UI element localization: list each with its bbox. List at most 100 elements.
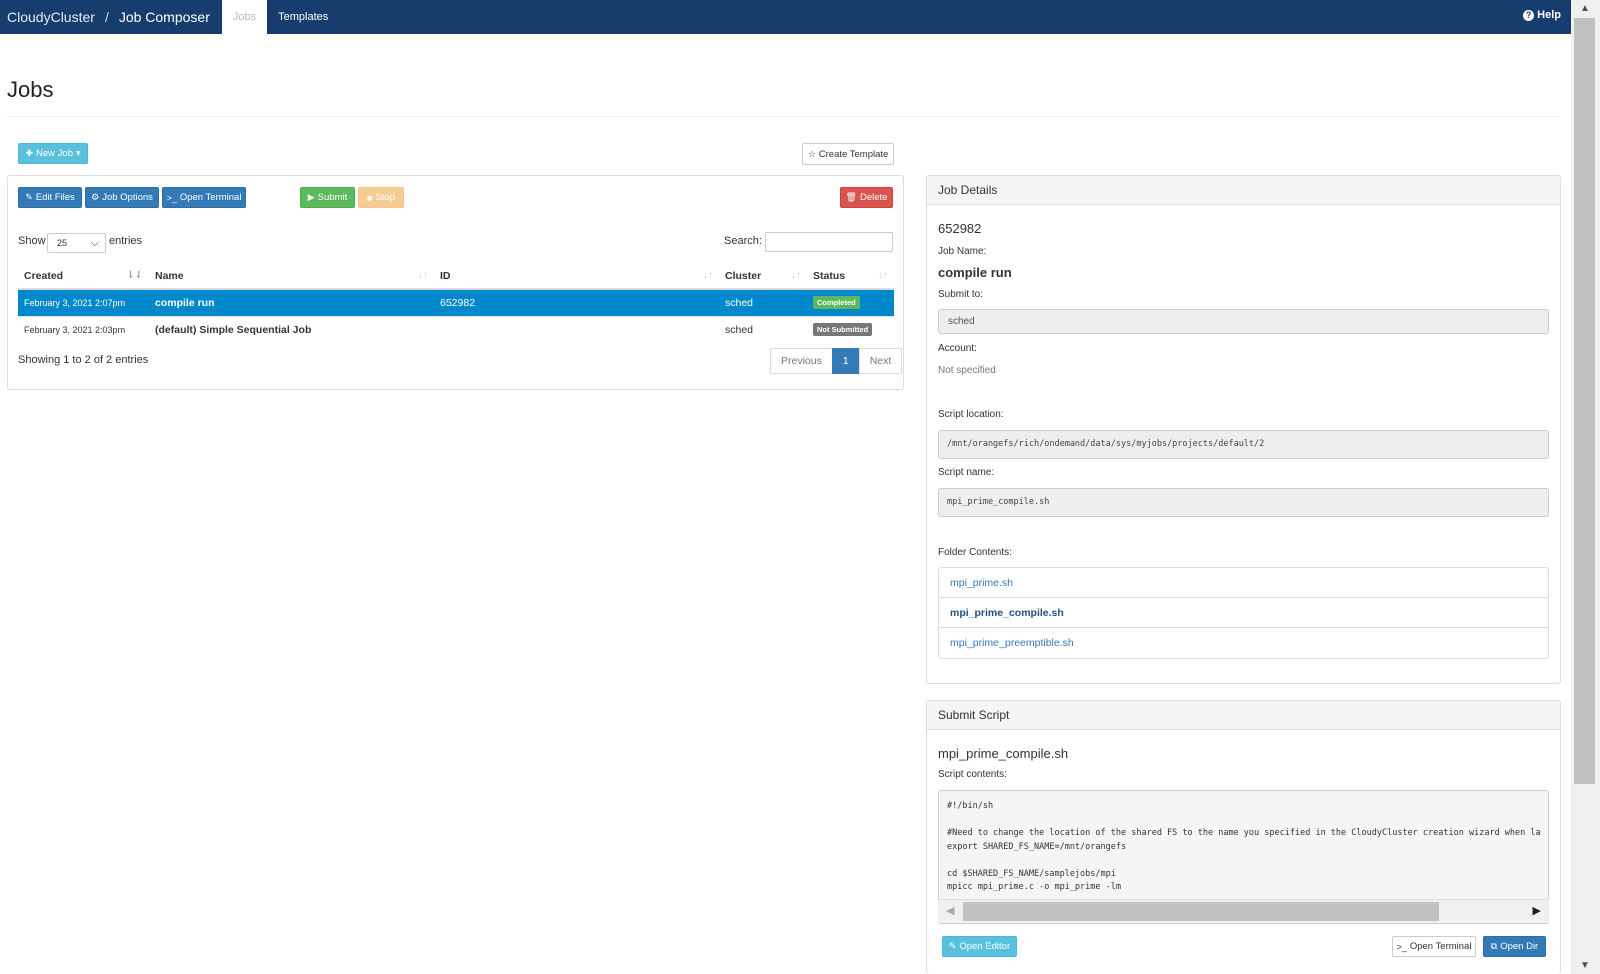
gear-icon: ⚙ xyxy=(91,192,100,202)
table-row[interactable]: February 3, 2021 2:07pm compile run 6529… xyxy=(18,289,894,316)
search-label: Search: xyxy=(724,235,762,247)
job-id: 652982 xyxy=(938,221,982,236)
script-contents-label: Script contents: xyxy=(938,769,1007,780)
jobs-table: Created ⇂⇃ Name ↓↑ ID ↓↑ Cluster ↓↑ Status ↓↑… xyxy=(18,263,894,343)
brand-link[interactable]: CloudyCluster xyxy=(7,9,95,25)
submit-button[interactable]: ▶ Submit xyxy=(300,187,355,208)
cell-status: Not Submitted xyxy=(807,315,894,343)
edit-files-label: Edit Files xyxy=(35,192,75,203)
job-options-label: Job Options xyxy=(102,192,153,203)
edit-icon: ✎ xyxy=(25,192,33,202)
account-label: Account: xyxy=(938,343,977,354)
stop-button[interactable]: ■ Stop xyxy=(358,187,404,208)
job-details-header: Job Details xyxy=(927,176,1560,205)
script-location-field: /mnt/orangefs/rich/ondemand/data/sys/myj… xyxy=(938,430,1549,459)
cell-cluster: sched xyxy=(719,289,807,316)
table-row[interactable]: February 3, 2021 2:03pm (default) Simple… xyxy=(18,315,894,343)
plus-icon: ✚ xyxy=(25,148,34,158)
pagination: Previous 1 Next xyxy=(770,348,903,374)
pagination-next[interactable]: Next xyxy=(858,348,903,374)
scroll-down-arrow-icon[interactable]: ▼ xyxy=(1580,960,1590,971)
status-badge: Completed xyxy=(813,296,860,310)
navbar: CloudyCluster / Job Composer Jobs Templa… xyxy=(0,0,1571,34)
column-header-created[interactable]: Created ⇂⇃ xyxy=(18,263,149,290)
delete-label: Delete xyxy=(859,192,888,203)
terminal-icon: >_ xyxy=(166,192,177,203)
column-header-name[interactable]: Name ↓↑ xyxy=(149,263,434,290)
cell-name: compile run xyxy=(149,289,434,316)
cell-created: February 3, 2021 2:03pm xyxy=(18,315,149,343)
trash-icon: 🗑 xyxy=(845,192,857,202)
script-filename: mpi_prime_compile.sh xyxy=(938,746,1069,761)
open-editor-label: Open Editor xyxy=(959,941,1011,952)
open-dir-button[interactable]: ⧉ Open Dir xyxy=(1483,936,1546,957)
script-contents: #!/bin/sh #Need to change the location o… xyxy=(947,801,1541,892)
page-scrollbar-thumb[interactable] xyxy=(1574,18,1595,784)
submit-script-header: Submit Script xyxy=(927,701,1560,730)
entries-select[interactable]: 25 ⌵ xyxy=(47,233,106,253)
star-icon: ☆ xyxy=(807,148,816,159)
tab-jobs[interactable]: Jobs xyxy=(221,0,268,34)
status-badge: Not Submitted xyxy=(813,323,873,337)
pencil-icon: ✎ xyxy=(948,941,957,951)
edit-files-button[interactable]: ✎ Edit Files xyxy=(18,187,82,208)
show-label: Show xyxy=(18,235,46,247)
cell-status: Completed xyxy=(807,289,894,316)
folder-file-link[interactable]: mpi_prime.sh xyxy=(939,568,1548,598)
caret-down-icon: ▾ xyxy=(75,148,81,158)
job-name-label: Job Name: xyxy=(938,246,987,257)
help-label: Help xyxy=(1537,9,1561,21)
entries-label: entries xyxy=(109,235,143,247)
brand: CloudyCluster / Job Composer xyxy=(0,0,210,34)
column-header-id[interactable]: ID ↓↑ xyxy=(434,263,719,290)
open-editor-button[interactable]: ✎ Open Editor xyxy=(942,936,1017,957)
scroll-right-arrow-icon[interactable]: ▶ xyxy=(1533,904,1541,917)
submit-to-label: Submit to: xyxy=(938,289,984,300)
create-template-button[interactable]: ☆ Create Template xyxy=(802,143,894,165)
script-name-label: Script name: xyxy=(938,467,995,478)
sort-icon: ↓↑ xyxy=(791,270,801,281)
cell-id: 652982 xyxy=(434,289,719,316)
sort-icon: ↓↑ xyxy=(418,270,428,281)
create-template-label: Create Template xyxy=(818,148,889,160)
column-header-cluster[interactable]: Cluster ↓↑ xyxy=(719,263,807,290)
page-title: Jobs xyxy=(7,77,54,102)
code-horizontal-scrollbar[interactable]: ◀ ▶ xyxy=(938,899,1549,922)
pagination-previous[interactable]: Previous xyxy=(770,348,833,374)
question-circle-icon: ? xyxy=(1523,9,1535,21)
job-name: compile run xyxy=(938,265,1012,280)
cell-id xyxy=(434,315,719,343)
open-terminal-button[interactable]: >_ Open Terminal xyxy=(162,187,246,208)
table-info: Showing 1 to 2 of 2 entries xyxy=(18,354,149,366)
entries-select-value: 25 xyxy=(57,238,68,248)
script-location-label: Script location: xyxy=(938,409,1004,420)
delete-button[interactable]: 🗑 Delete xyxy=(840,187,893,208)
folder-file-link[interactable]: mpi_prime_preemptible.sh xyxy=(939,628,1548,658)
search-input[interactable] xyxy=(765,232,893,252)
column-header-status[interactable]: Status ↓↑ xyxy=(807,263,894,290)
open-dir-label: Open Dir xyxy=(1500,941,1539,952)
chevron-down-icon: ⌵ xyxy=(90,237,99,249)
cell-name: (default) Simple Sequential Job xyxy=(149,315,434,343)
code-scrollbar-thumb[interactable] xyxy=(963,902,1439,921)
title-divider xyxy=(7,116,1560,117)
pagination-page[interactable]: 1 xyxy=(831,348,860,374)
tab-templates[interactable]: Templates xyxy=(267,0,339,34)
sort-icon: ↓↑ xyxy=(878,270,888,281)
page-scrollbar[interactable]: ▲ ▼ xyxy=(1571,0,1600,974)
help-link[interactable]: ? Help xyxy=(1523,9,1561,21)
job-options-button[interactable]: ⚙ Job Options xyxy=(85,187,159,208)
stop-icon: ■ xyxy=(367,192,373,203)
new-job-button[interactable]: ✚ New Job ▾ xyxy=(18,143,88,164)
brand-separator: / xyxy=(104,9,109,25)
cell-cluster: sched xyxy=(719,315,807,343)
folder-contents-label: Folder Contents: xyxy=(938,547,1012,558)
external-link-icon: ⧉ xyxy=(1490,941,1498,951)
folder-file-link[interactable]: mpi_prime_compile.sh xyxy=(939,598,1548,628)
scroll-up-arrow-icon[interactable]: ▲ xyxy=(1580,3,1590,14)
app-title-link[interactable]: Job Composer xyxy=(119,9,210,25)
open-terminal-script-button[interactable]: >_ Open Terminal xyxy=(1392,936,1476,957)
scroll-left-arrow-icon[interactable]: ◀ xyxy=(946,904,954,917)
terminal-icon: >_ xyxy=(1396,941,1407,952)
account-value: Not specified xyxy=(938,365,996,376)
